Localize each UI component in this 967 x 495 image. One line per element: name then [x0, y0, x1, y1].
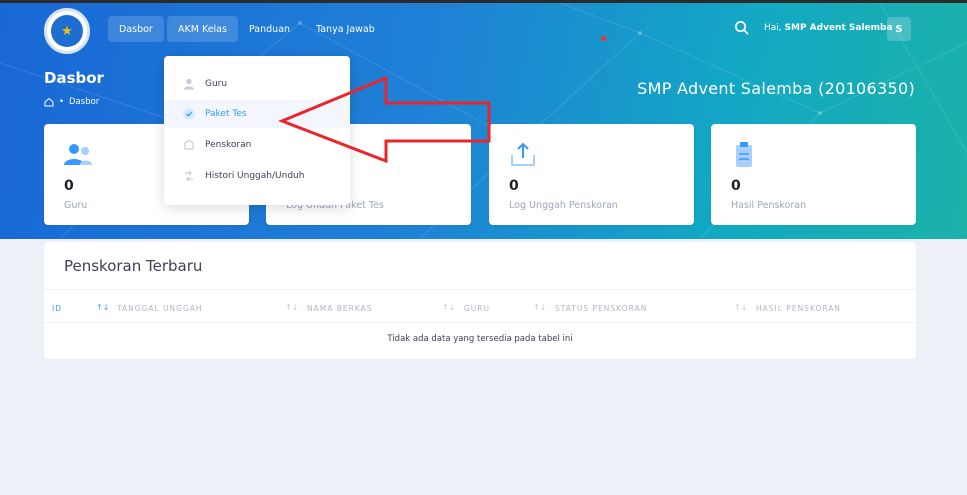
- column-header-nama-berkas[interactable]: NAMA BERKAS: [307, 304, 373, 313]
- clipboard-icon: [736, 142, 752, 167]
- nav-panduan[interactable]: Panduan: [238, 16, 301, 42]
- stat-value: 0: [731, 178, 741, 194]
- stat-label: Guru: [64, 200, 88, 211]
- user-name: SMP Advent Salemba: [784, 23, 893, 33]
- dropdown-item-label: Penskoran: [205, 140, 252, 150]
- nav-tanya-jawab[interactable]: Tanya Jawab: [305, 16, 386, 42]
- dropdown-item-guru[interactable]: Guru: [164, 70, 350, 98]
- sort-icon[interactable]: ↑↓: [96, 303, 109, 312]
- dropdown-item-label: Paket Tes: [205, 109, 247, 119]
- panel-title: Penskoran Terbaru: [64, 257, 203, 275]
- dropdown-item-label: Guru: [205, 79, 228, 89]
- avatar[interactable]: S: [887, 17, 911, 41]
- column-header-hasil-penskoran[interactable]: HASIL PENSKORAN: [756, 304, 841, 313]
- greeting-prefix: Hai,: [764, 23, 785, 33]
- recent-scoring-panel: Penskoran Terbaru ID ↑↓ TANGGAL UNGGAH ↑…: [44, 242, 916, 359]
- sort-icon[interactable]: ↑↓: [285, 303, 298, 312]
- sort-icon[interactable]: ↑↓: [533, 303, 546, 312]
- column-header-status-penskoran[interactable]: STATUS PENSKORAN: [555, 304, 647, 313]
- search-icon[interactable]: [734, 20, 749, 35]
- column-header-tanggal-unggah[interactable]: TANGGAL UNGGAH: [117, 304, 203, 313]
- box-icon: [184, 139, 194, 150]
- nav-label: AKM Kelas: [178, 23, 227, 35]
- akm-kelas-dropdown: Guru Paket Tes Penskoran Histori Unggah/…: [164, 56, 350, 205]
- users-icon: [64, 144, 92, 165]
- empty-table-message: Tidak ada data yang tersedia pada tabel …: [387, 334, 573, 344]
- stat-label: Log Unggah Penskoran: [509, 200, 618, 211]
- dropdown-item-label: Histori Unggah/Unduh: [205, 171, 305, 181]
- avatar-initial: S: [895, 23, 903, 35]
- star-icon: ★: [61, 23, 73, 39]
- nav-label: Dasbor: [119, 23, 153, 35]
- cursor-dot: [601, 36, 606, 41]
- logo-emblem: ★: [51, 15, 83, 47]
- nav-label: Tanya Jawab: [316, 23, 375, 35]
- nav-label: Panduan: [249, 23, 291, 35]
- breadcrumb-current: Dasbor: [69, 97, 100, 107]
- tutwuri-logo[interactable]: ★: [44, 8, 90, 54]
- page-title: Dasbor: [44, 69, 104, 87]
- school-name: SMP Advent Salemba (20106350): [637, 79, 915, 98]
- nav-dasbor[interactable]: Dasbor: [108, 16, 164, 42]
- sort-icon[interactable]: ↑↓: [442, 303, 455, 312]
- user-greeting[interactable]: Hai, SMP Advent Salemba: [764, 23, 893, 33]
- check-circle-icon: [183, 108, 195, 120]
- dropdown-item-penskoran[interactable]: Penskoran: [164, 131, 350, 159]
- stat-value: 0: [64, 178, 74, 194]
- column-header-guru[interactable]: GURU: [464, 304, 490, 313]
- stat-card-log-unggah[interactable]: 0 Log Unggah Penskoran: [489, 124, 694, 225]
- stat-value: 0: [509, 178, 519, 194]
- column-header-id[interactable]: ID: [52, 304, 62, 313]
- sort-icon[interactable]: ↑↓: [734, 303, 747, 312]
- stat-card-hasil-penskoran[interactable]: 0 Hasil Penskoran: [711, 124, 916, 225]
- breadcrumb: • Dasbor: [44, 97, 99, 107]
- dropdown-item-histori[interactable]: Histori Unggah/Unduh: [164, 162, 350, 190]
- user-icon: [184, 78, 194, 90]
- home-icon[interactable]: [44, 97, 54, 107]
- nav-akm-kelas[interactable]: AKM Kelas: [167, 16, 238, 42]
- divider: [44, 289, 916, 290]
- stat-label: Hasil Penskoran: [731, 200, 807, 211]
- upload-icon: [511, 142, 535, 166]
- exchange-icon: [185, 170, 193, 182]
- dropdown-item-paket-tes[interactable]: Paket Tes: [164, 100, 350, 128]
- breadcrumb-separator: •: [59, 97, 65, 107]
- divider: [44, 322, 916, 323]
